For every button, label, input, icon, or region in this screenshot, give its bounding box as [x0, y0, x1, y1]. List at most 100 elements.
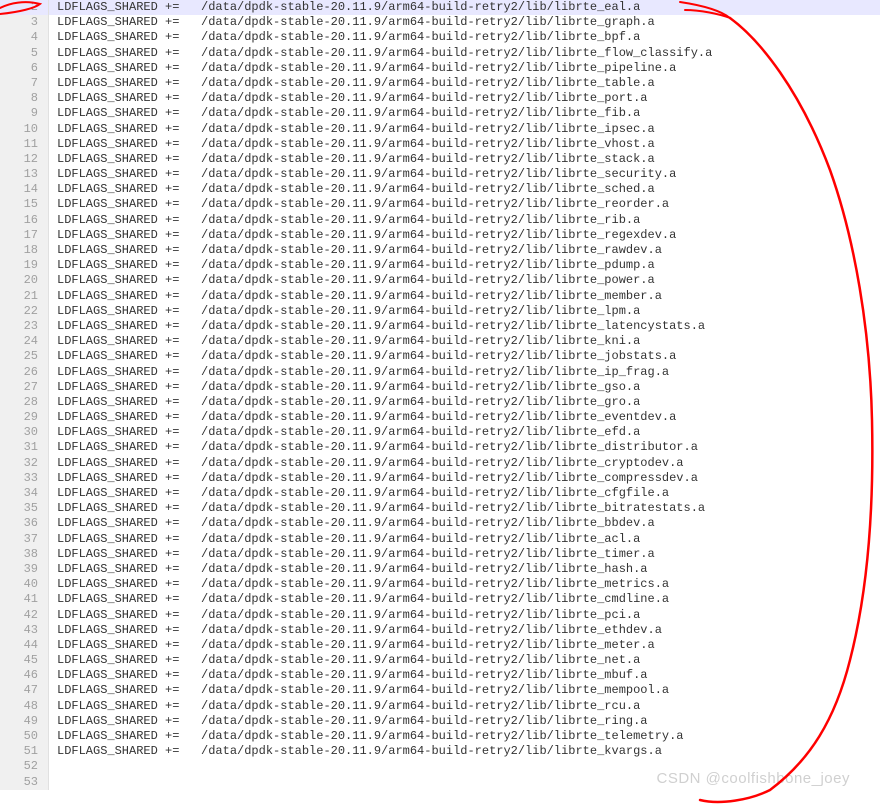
code-line[interactable]: 13LDFLAGS_SHARED += /data/dpdk-stable-20… — [0, 167, 880, 182]
code-text[interactable]: LDFLAGS_SHARED += /data/dpdk-stable-20.1… — [49, 334, 880, 349]
code-text[interactable]: LDFLAGS_SHARED += /data/dpdk-stable-20.1… — [49, 668, 880, 683]
code-line[interactable]: 34LDFLAGS_SHARED += /data/dpdk-stable-20… — [0, 486, 880, 501]
code-line[interactable]: 21LDFLAGS_SHARED += /data/dpdk-stable-20… — [0, 289, 880, 304]
code-text[interactable]: LDFLAGS_SHARED += /data/dpdk-stable-20.1… — [49, 380, 880, 395]
code-line[interactable]: 37LDFLAGS_SHARED += /data/dpdk-stable-20… — [0, 532, 880, 547]
code-text[interactable]: LDFLAGS_SHARED += /data/dpdk-stable-20.1… — [49, 0, 880, 15]
code-text[interactable]: LDFLAGS_SHARED += /data/dpdk-stable-20.1… — [49, 152, 880, 167]
code-line[interactable]: 41LDFLAGS_SHARED += /data/dpdk-stable-20… — [0, 592, 880, 607]
code-text[interactable]: LDFLAGS_SHARED += /data/dpdk-stable-20.1… — [49, 683, 880, 698]
code-text[interactable]: LDFLAGS_SHARED += /data/dpdk-stable-20.1… — [49, 167, 880, 182]
code-text[interactable]: LDFLAGS_SHARED += /data/dpdk-stable-20.1… — [49, 532, 880, 547]
code-text[interactable]: LDFLAGS_SHARED += /data/dpdk-stable-20.1… — [49, 15, 880, 30]
code-line[interactable]: 46LDFLAGS_SHARED += /data/dpdk-stable-20… — [0, 668, 880, 683]
code-line[interactable]: 10LDFLAGS_SHARED += /data/dpdk-stable-20… — [0, 122, 880, 137]
code-line[interactable]: 7LDFLAGS_SHARED += /data/dpdk-stable-20.… — [0, 76, 880, 91]
code-line[interactable]: 30LDFLAGS_SHARED += /data/dpdk-stable-20… — [0, 425, 880, 440]
code-text[interactable]: LDFLAGS_SHARED += /data/dpdk-stable-20.1… — [49, 486, 880, 501]
code-text[interactable]: LDFLAGS_SHARED += /data/dpdk-stable-20.1… — [49, 46, 880, 61]
code-line[interactable]: 19LDFLAGS_SHARED += /data/dpdk-stable-20… — [0, 258, 880, 273]
code-text[interactable]: LDFLAGS_SHARED += /data/dpdk-stable-20.1… — [49, 562, 880, 577]
code-text[interactable] — [49, 775, 880, 790]
code-text[interactable]: LDFLAGS_SHARED += /data/dpdk-stable-20.1… — [49, 744, 880, 759]
code-text[interactable]: LDFLAGS_SHARED += /data/dpdk-stable-20.1… — [49, 137, 880, 152]
code-text[interactable]: LDFLAGS_SHARED += /data/dpdk-stable-20.1… — [49, 61, 880, 76]
code-text[interactable]: LDFLAGS_SHARED += /data/dpdk-stable-20.1… — [49, 228, 880, 243]
code-line[interactable]: 25LDFLAGS_SHARED += /data/dpdk-stable-20… — [0, 349, 880, 364]
code-line[interactable]: 17LDFLAGS_SHARED += /data/dpdk-stable-20… — [0, 228, 880, 243]
code-line[interactable]: 42LDFLAGS_SHARED += /data/dpdk-stable-20… — [0, 608, 880, 623]
code-line[interactable]: 15LDFLAGS_SHARED += /data/dpdk-stable-20… — [0, 197, 880, 212]
code-text[interactable]: LDFLAGS_SHARED += /data/dpdk-stable-20.1… — [49, 213, 880, 228]
code-text[interactable]: LDFLAGS_SHARED += /data/dpdk-stable-20.1… — [49, 440, 880, 455]
code-line[interactable]: 28LDFLAGS_SHARED += /data/dpdk-stable-20… — [0, 395, 880, 410]
code-text[interactable]: LDFLAGS_SHARED += /data/dpdk-stable-20.1… — [49, 547, 880, 562]
code-line[interactable]: 14LDFLAGS_SHARED += /data/dpdk-stable-20… — [0, 182, 880, 197]
code-text[interactable]: LDFLAGS_SHARED += /data/dpdk-stable-20.1… — [49, 106, 880, 121]
code-text[interactable]: LDFLAGS_SHARED += /data/dpdk-stable-20.1… — [49, 471, 880, 486]
code-line[interactable]: 18LDFLAGS_SHARED += /data/dpdk-stable-20… — [0, 243, 880, 258]
code-line[interactable]: 16LDFLAGS_SHARED += /data/dpdk-stable-20… — [0, 213, 880, 228]
code-line[interactable]: 50LDFLAGS_SHARED += /data/dpdk-stable-20… — [0, 729, 880, 744]
code-text[interactable]: LDFLAGS_SHARED += /data/dpdk-stable-20.1… — [49, 197, 880, 212]
code-text[interactable]: LDFLAGS_SHARED += /data/dpdk-stable-20.1… — [49, 273, 880, 288]
code-line[interactable]: 12LDFLAGS_SHARED += /data/dpdk-stable-20… — [0, 152, 880, 167]
code-text[interactable]: LDFLAGS_SHARED += /data/dpdk-stable-20.1… — [49, 258, 880, 273]
code-line[interactable]: 48LDFLAGS_SHARED += /data/dpdk-stable-20… — [0, 699, 880, 714]
code-line[interactable]: 23LDFLAGS_SHARED += /data/dpdk-stable-20… — [0, 319, 880, 334]
code-editor[interactable]: 2LDFLAGS_SHARED += /data/dpdk-stable-20.… — [0, 0, 880, 790]
code-line[interactable]: 8LDFLAGS_SHARED += /data/dpdk-stable-20.… — [0, 91, 880, 106]
code-line[interactable]: 20LDFLAGS_SHARED += /data/dpdk-stable-20… — [0, 273, 880, 288]
code-line[interactable]: 38LDFLAGS_SHARED += /data/dpdk-stable-20… — [0, 547, 880, 562]
code-text[interactable]: LDFLAGS_SHARED += /data/dpdk-stable-20.1… — [49, 623, 880, 638]
code-line[interactable]: 43LDFLAGS_SHARED += /data/dpdk-stable-20… — [0, 623, 880, 638]
code-text[interactable]: LDFLAGS_SHARED += /data/dpdk-stable-20.1… — [49, 456, 880, 471]
code-text[interactable]: LDFLAGS_SHARED += /data/dpdk-stable-20.1… — [49, 592, 880, 607]
code-text[interactable]: LDFLAGS_SHARED += /data/dpdk-stable-20.1… — [49, 349, 880, 364]
code-line[interactable]: 2LDFLAGS_SHARED += /data/dpdk-stable-20.… — [0, 0, 880, 15]
code-text[interactable]: LDFLAGS_SHARED += /data/dpdk-stable-20.1… — [49, 577, 880, 592]
code-line[interactable]: 29LDFLAGS_SHARED += /data/dpdk-stable-20… — [0, 410, 880, 425]
code-line[interactable]: 35LDFLAGS_SHARED += /data/dpdk-stable-20… — [0, 501, 880, 516]
code-text[interactable]: LDFLAGS_SHARED += /data/dpdk-stable-20.1… — [49, 501, 880, 516]
code-text[interactable]: LDFLAGS_SHARED += /data/dpdk-stable-20.1… — [49, 122, 880, 137]
code-text[interactable]: LDFLAGS_SHARED += /data/dpdk-stable-20.1… — [49, 91, 880, 106]
code-line[interactable]: 32LDFLAGS_SHARED += /data/dpdk-stable-20… — [0, 456, 880, 471]
code-line[interactable]: 44LDFLAGS_SHARED += /data/dpdk-stable-20… — [0, 638, 880, 653]
code-line[interactable]: 45LDFLAGS_SHARED += /data/dpdk-stable-20… — [0, 653, 880, 668]
code-line[interactable]: 24LDFLAGS_SHARED += /data/dpdk-stable-20… — [0, 334, 880, 349]
code-line[interactable]: 33LDFLAGS_SHARED += /data/dpdk-stable-20… — [0, 471, 880, 486]
code-text[interactable]: LDFLAGS_SHARED += /data/dpdk-stable-20.1… — [49, 516, 880, 531]
code-line[interactable]: 36LDFLAGS_SHARED += /data/dpdk-stable-20… — [0, 516, 880, 531]
code-line[interactable]: 49LDFLAGS_SHARED += /data/dpdk-stable-20… — [0, 714, 880, 729]
code-text[interactable]: LDFLAGS_SHARED += /data/dpdk-stable-20.1… — [49, 319, 880, 334]
code-line[interactable]: 39LDFLAGS_SHARED += /data/dpdk-stable-20… — [0, 562, 880, 577]
code-text[interactable]: LDFLAGS_SHARED += /data/dpdk-stable-20.1… — [49, 638, 880, 653]
code-line[interactable]: 52 — [0, 759, 880, 774]
code-line[interactable]: 3LDFLAGS_SHARED += /data/dpdk-stable-20.… — [0, 15, 880, 30]
code-line[interactable]: 47LDFLAGS_SHARED += /data/dpdk-stable-20… — [0, 683, 880, 698]
code-line[interactable]: 53 — [0, 775, 880, 790]
code-text[interactable]: LDFLAGS_SHARED += /data/dpdk-stable-20.1… — [49, 365, 880, 380]
code-line[interactable]: 51LDFLAGS_SHARED += /data/dpdk-stable-20… — [0, 744, 880, 759]
code-line[interactable]: 11LDFLAGS_SHARED += /data/dpdk-stable-20… — [0, 137, 880, 152]
code-text[interactable]: LDFLAGS_SHARED += /data/dpdk-stable-20.1… — [49, 608, 880, 623]
code-line[interactable]: 9LDFLAGS_SHARED += /data/dpdk-stable-20.… — [0, 106, 880, 121]
code-text[interactable]: LDFLAGS_SHARED += /data/dpdk-stable-20.1… — [49, 729, 880, 744]
code-text[interactable]: LDFLAGS_SHARED += /data/dpdk-stable-20.1… — [49, 304, 880, 319]
code-text[interactable]: LDFLAGS_SHARED += /data/dpdk-stable-20.1… — [49, 30, 880, 45]
code-text[interactable]: LDFLAGS_SHARED += /data/dpdk-stable-20.1… — [49, 182, 880, 197]
code-text[interactable]: LDFLAGS_SHARED += /data/dpdk-stable-20.1… — [49, 76, 880, 91]
code-line[interactable]: 27LDFLAGS_SHARED += /data/dpdk-stable-20… — [0, 380, 880, 395]
code-text[interactable]: LDFLAGS_SHARED += /data/dpdk-stable-20.1… — [49, 410, 880, 425]
code-line[interactable]: 31LDFLAGS_SHARED += /data/dpdk-stable-20… — [0, 440, 880, 455]
code-text[interactable]: LDFLAGS_SHARED += /data/dpdk-stable-20.1… — [49, 653, 880, 668]
code-text[interactable]: LDFLAGS_SHARED += /data/dpdk-stable-20.1… — [49, 395, 880, 410]
code-line[interactable]: 22LDFLAGS_SHARED += /data/dpdk-stable-20… — [0, 304, 880, 319]
code-text[interactable]: LDFLAGS_SHARED += /data/dpdk-stable-20.1… — [49, 243, 880, 258]
code-text[interactable]: LDFLAGS_SHARED += /data/dpdk-stable-20.1… — [49, 714, 880, 729]
code-text[interactable]: LDFLAGS_SHARED += /data/dpdk-stable-20.1… — [49, 425, 880, 440]
code-line[interactable]: 40LDFLAGS_SHARED += /data/dpdk-stable-20… — [0, 577, 880, 592]
code-text[interactable] — [49, 759, 880, 774]
code-text[interactable]: LDFLAGS_SHARED += /data/dpdk-stable-20.1… — [49, 289, 880, 304]
